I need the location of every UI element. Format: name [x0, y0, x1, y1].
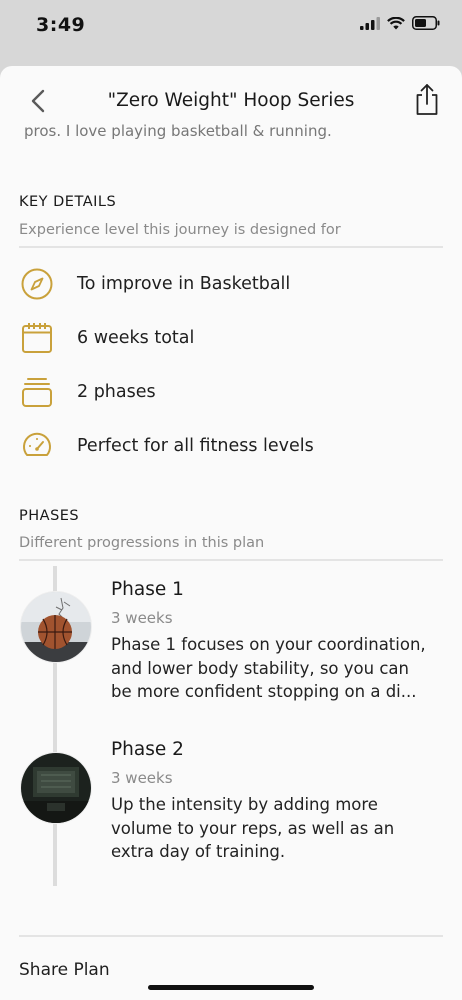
- phase-duration: 3 weeks: [111, 609, 173, 627]
- divider: [19, 935, 443, 937]
- back-button[interactable]: [24, 86, 54, 116]
- share-icon: [416, 84, 438, 115]
- detail-label: 6 weeks total: [77, 328, 195, 348]
- phase-duration: 3 weeks: [111, 769, 173, 787]
- key-details-subtitle: Experience level this journey is designe…: [19, 222, 341, 238]
- status-time: 3:49: [36, 14, 86, 36]
- intro-text-clipped: pros. I love playing basketball & runnin…: [24, 124, 332, 140]
- phase-1-card[interactable]: Phase 1 3 weeks Phase 1 focuses on your …: [111, 579, 451, 704]
- home-indicator[interactable]: [148, 985, 314, 990]
- phase-1-thumbnail[interactable]: [20, 591, 92, 663]
- calendar-icon: [19, 320, 55, 356]
- share-plan-button[interactable]: Share Plan: [19, 960, 110, 980]
- detail-label: To improve in Basketball: [77, 274, 291, 294]
- detail-fitness: Perfect for all fitness levels: [19, 426, 439, 466]
- detail-duration: 6 weeks total: [19, 318, 439, 358]
- phase-2-card[interactable]: Phase 2 3 weeks Up the intensity by addi…: [111, 739, 451, 864]
- phases-subtitle: Different progressions in this plan: [19, 535, 265, 551]
- detail-goal: To improve in Basketball: [19, 264, 439, 304]
- gym-image: [21, 753, 91, 823]
- divider: [19, 246, 443, 248]
- phase-description: Up the intensity by adding more volume t…: [111, 795, 395, 861]
- cellular-signal-icon: [360, 16, 380, 30]
- nav-bar: "Zero Weight" Hoop Series: [0, 66, 462, 130]
- plan-sheet: "Zero Weight" Hoop Series pros. I love p…: [0, 66, 462, 1000]
- detail-label: Perfect for all fitness levels: [77, 436, 314, 456]
- chevron-left-icon: [31, 89, 45, 113]
- detail-label: 2 phases: [77, 382, 156, 402]
- phase-name: Phase 2: [111, 739, 184, 760]
- wifi-icon: [387, 16, 405, 29]
- phases-heading: PHASES: [19, 508, 80, 524]
- compass-icon: [19, 266, 55, 302]
- detail-phases: 2 phases: [19, 372, 439, 412]
- status-bar: 3:49: [0, 0, 462, 58]
- share-button[interactable]: [412, 82, 442, 116]
- basketball-image: [21, 592, 91, 662]
- key-details-heading: KEY DETAILS: [19, 194, 117, 210]
- phase-description: Phase 1 focuses on your coordination, an…: [111, 635, 426, 701]
- gauge-icon: [19, 428, 55, 464]
- status-icons: [360, 16, 440, 30]
- phase-name: Phase 1: [111, 579, 184, 600]
- phase-2-thumbnail[interactable]: [20, 752, 92, 824]
- layers-icon: [19, 374, 55, 410]
- page-title: "Zero Weight" Hoop Series: [107, 90, 355, 111]
- divider: [19, 559, 443, 561]
- battery-icon: [412, 16, 440, 30]
